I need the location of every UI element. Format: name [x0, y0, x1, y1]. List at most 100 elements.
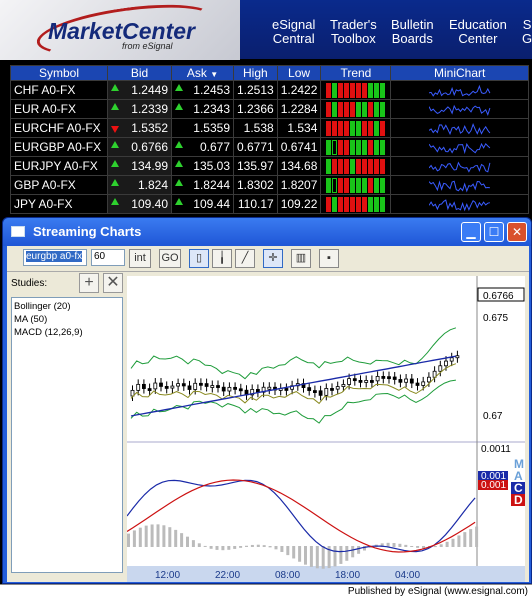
trend-bar: [362, 139, 368, 155]
quote-symbol-value: EURGBP A0-FX: [14, 140, 102, 154]
trend-bar: [344, 82, 350, 98]
arrow-up-icon: [111, 160, 119, 167]
arrow-up-icon: [175, 179, 183, 186]
window-titlebar[interactable]: Streaming Charts ▁ ☐ ✕: [3, 218, 531, 246]
col-symbol[interactable]: Symbol: [10, 65, 108, 81]
logo[interactable]: MarketCenter from eSignal: [0, 0, 240, 65]
col-minichart[interactable]: MiniChart: [390, 65, 529, 81]
trend-bar: [326, 82, 332, 98]
quote-row[interactable]: EURCHF A0-FX 1.5352 1.5359 1.538 1.534: [10, 118, 529, 138]
quote-low: 1.2422: [276, 80, 322, 100]
quote-row[interactable]: EURGBP A0-FX 0.6766 0.677 0.6771 0.6741: [10, 137, 529, 157]
quote-trend: [320, 156, 392, 176]
remove-study-icon[interactable]: ✕: [103, 273, 123, 293]
nav-traders-toolbox[interactable]: Trader's Toolbox: [330, 18, 377, 46]
symbol-input[interactable]: eurgbp a0-fx: [23, 249, 87, 266]
macd-histogram-bar: [357, 546, 361, 554]
col-low[interactable]: Low: [276, 65, 322, 81]
candle-body: [216, 385, 220, 388]
quote-ask-value: 135.03: [193, 159, 230, 173]
quote-row[interactable]: GBP A0-FX 1.824 1.8244 1.8302 1.8207: [10, 175, 529, 195]
quote-row[interactable]: JPY A0-FX 109.40 109.44 110.17 109.22: [10, 194, 529, 214]
background-color-icon[interactable]: ▪: [319, 249, 339, 268]
bar-chart-icon[interactable]: ╽: [212, 249, 232, 268]
nav-overflow[interactable]: S G: [522, 18, 532, 46]
candlestick-icon[interactable]: ▯: [189, 249, 209, 268]
trend-bar: [380, 82, 386, 98]
quote-row[interactable]: CHF A0-FX 1.2449 1.2453 1.2513 1.2422: [10, 80, 529, 100]
trend-bar: [362, 120, 368, 136]
quote-row[interactable]: EUR A0-FX 1.2339 1.2343 1.2366 1.2284: [10, 99, 529, 119]
macd-line: [126, 479, 476, 553]
trend-bar: [350, 196, 356, 212]
quote-low-value: 1.8207: [280, 178, 318, 192]
macd-histogram-bar: [351, 546, 355, 558]
quote-trend: [320, 175, 392, 195]
trend-bar: [344, 101, 350, 117]
macd-histogram-bar: [156, 524, 160, 547]
trend-bar: [368, 101, 374, 117]
study-item[interactable]: MA (50): [14, 313, 120, 326]
quote-high: 135.97: [233, 156, 278, 176]
macd-histogram-bar: [309, 546, 313, 567]
candle-body: [352, 378, 357, 382]
quote-bid-value: 1.824: [137, 178, 168, 192]
trend-bar: [380, 177, 386, 193]
interval-input[interactable]: 60: [91, 249, 125, 266]
minimize-button[interactable]: ▁: [461, 222, 481, 242]
trend-bar: [332, 101, 338, 117]
study-item[interactable]: Bollinger (20): [14, 300, 120, 313]
nav-label: Education: [449, 17, 507, 32]
arrow-up-icon: [175, 198, 183, 205]
price-chart[interactable]: 0.67660.6750.670.00110.0010.001MACD12:00…: [126, 276, 525, 582]
candle-body: [193, 382, 198, 390]
line-chart-icon[interactable]: ╱: [235, 249, 255, 268]
candle-body: [415, 382, 420, 386]
trend-bar: [338, 82, 344, 98]
nav-esignal-central[interactable]: eSignal Central: [272, 18, 315, 46]
macd-histogram-bar: [404, 544, 408, 547]
quote-minichart: [390, 175, 529, 195]
study-item[interactable]: MACD (12,26,9): [14, 326, 120, 339]
volume-icon[interactable]: ▥: [291, 249, 311, 268]
quote-ask: 135.03: [171, 156, 234, 176]
col-high[interactable]: High: [233, 65, 278, 81]
add-study-icon[interactable]: +: [79, 273, 99, 293]
nav-bulletin-boards[interactable]: Bulletin Boards: [391, 18, 434, 46]
macd-histogram-bar: [168, 527, 172, 547]
trend-bar: [374, 120, 380, 136]
nav-education-center[interactable]: Education Center: [449, 18, 507, 46]
quote-high: 1.2366: [233, 99, 278, 119]
trend-bar: [362, 158, 368, 174]
quote-bid: 134.99: [107, 156, 172, 176]
nav-label: G: [522, 31, 532, 46]
close-button[interactable]: ✕: [507, 222, 527, 242]
trend-bar: [332, 120, 338, 136]
quote-header-row: Symbol Bid Ask ▼ High Low Trend MiniChar…: [10, 65, 529, 81]
candle-body: [449, 357, 454, 362]
quote-trend: [320, 80, 392, 100]
chart-area[interactable]: 0.6766 0.675 0.67 0.0011 0.001 0.001 M A C D 12:00…: [126, 276, 525, 582]
trend-bar: [380, 139, 386, 155]
trend-bar: [344, 139, 350, 155]
macd-histogram-bar: [138, 527, 142, 547]
col-ask[interactable]: Ask ▼: [171, 65, 234, 81]
go-button[interactable]: GO: [159, 249, 181, 268]
quote-symbol-value: JPY A0-FX: [14, 197, 73, 211]
macd-histogram-bar: [469, 529, 473, 547]
col-trend[interactable]: Trend: [320, 65, 392, 81]
candle-body: [147, 388, 152, 391]
candle-body: [238, 388, 243, 392]
quote-bid-value: 1.2449: [131, 83, 168, 97]
macd-histogram-bar: [239, 546, 243, 548]
macd-histogram-bar: [191, 540, 195, 547]
time-tick-label: 22:00: [215, 570, 240, 581]
crosshair-icon[interactable]: ✛: [263, 249, 283, 268]
col-bid[interactable]: Bid: [107, 65, 172, 81]
trend-bar: [356, 196, 362, 212]
macd-histogram-bar: [162, 525, 166, 547]
quote-high-value: 1.538: [243, 121, 274, 135]
quote-row[interactable]: EURJPY A0-FX 134.99 135.03 135.97 134.68: [10, 156, 529, 176]
maximize-button[interactable]: ☐: [484, 222, 504, 242]
interval-button[interactable]: int: [129, 249, 151, 268]
